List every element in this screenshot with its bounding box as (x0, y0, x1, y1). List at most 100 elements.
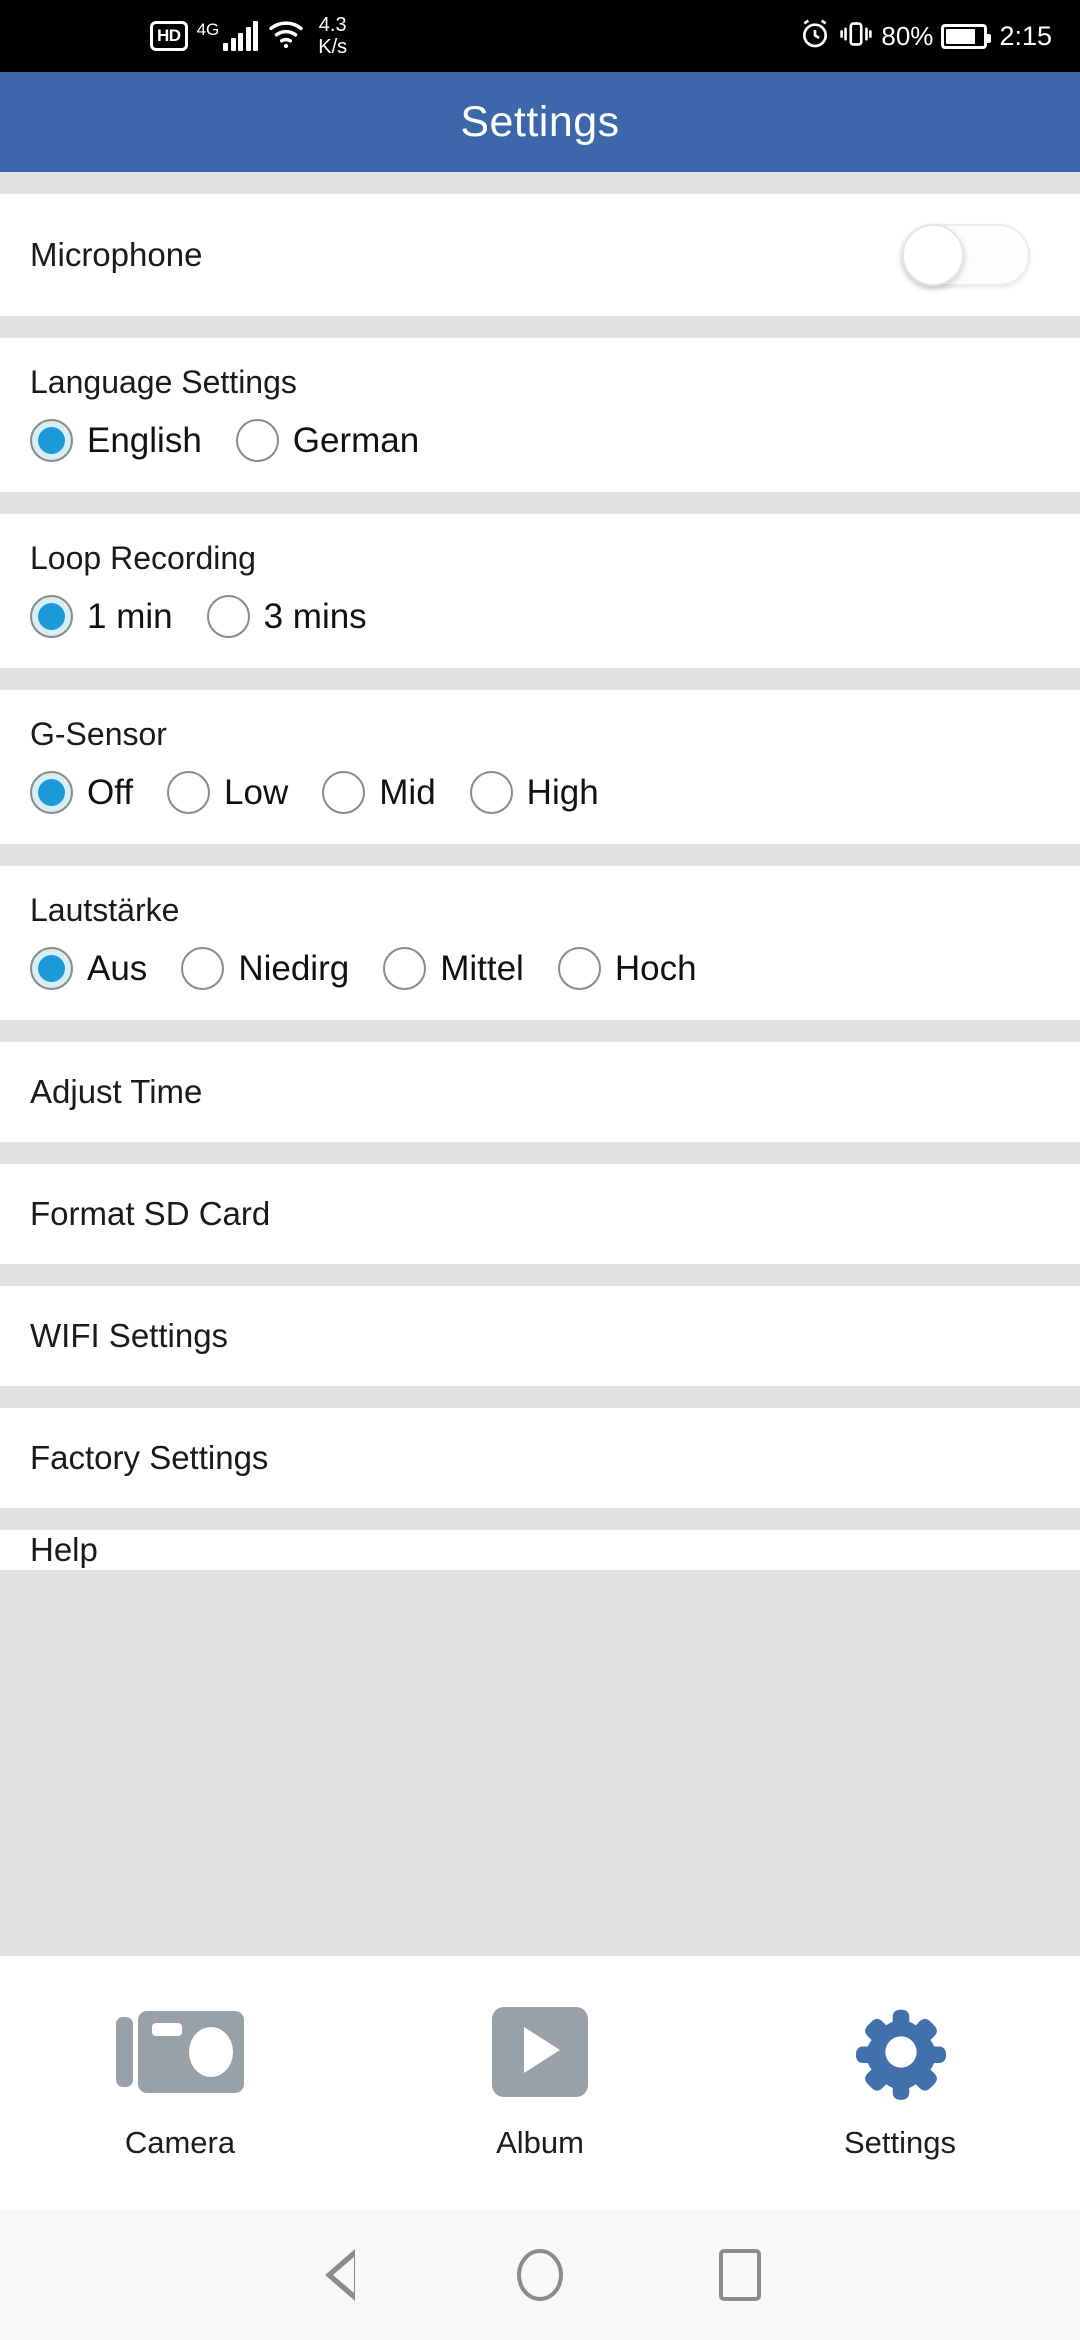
camera-icon (116, 2005, 244, 2099)
radio-option-german[interactable]: German (235, 419, 419, 462)
status-bar-left: HD 4G 4.3 K/s (150, 14, 347, 58)
settings-scroll-area[interactable]: Microphone Language Settings English Ger (0, 172, 1080, 1955)
help-card: Help (0, 1530, 1080, 1570)
wifi-icon (267, 18, 305, 55)
section-language-settings: Language Settings English German (0, 338, 1080, 492)
divider (0, 1386, 1080, 1408)
loop-recording-card: Loop Recording 1 min 3 mins (0, 514, 1080, 668)
signal-icon: 4G (197, 21, 259, 51)
radio-option-hoch[interactable]: Hoch (557, 947, 697, 990)
hd-icon: HD (150, 21, 188, 51)
radio-label: 3 mins (263, 596, 367, 636)
radio-icon[interactable] (322, 771, 366, 814)
radio-label: 1 min (87, 596, 173, 636)
recents-button[interactable] (640, 2249, 840, 2301)
battery-percent: 80% (881, 20, 934, 51)
radio-icon[interactable] (383, 947, 427, 990)
microphone-card: Microphone (0, 194, 1080, 316)
radio-option-3-mins[interactable]: 3 mins (206, 595, 367, 638)
list-item-label: Help (30, 1531, 98, 1568)
page-title: Settings (460, 97, 620, 146)
radio-label: Aus (87, 948, 148, 988)
android-nav-bar (0, 2210, 1080, 2340)
gear-icon (836, 2005, 964, 2100)
back-button[interactable] (240, 2249, 440, 2301)
app-header: Settings (0, 72, 1080, 172)
list-item-help[interactable]: Help (0, 1530, 1080, 1570)
status-bar-clock: 2:15 (999, 20, 1052, 51)
radio-option-niedirg[interactable]: Niedirg (181, 947, 349, 990)
radio-group-g-sensor: Off Low Mid High (30, 771, 1050, 814)
radio-icon[interactable] (30, 419, 73, 462)
home-icon (517, 2249, 563, 2301)
g-sensor-card: G-Sensor Off Low Mid High (0, 690, 1080, 844)
radio-icon[interactable] (235, 419, 279, 462)
home-button[interactable] (440, 2249, 640, 2301)
radio-option-mid[interactable]: Mid (322, 771, 436, 814)
tab-album[interactable]: Album (360, 2005, 720, 2161)
radio-icon[interactable] (167, 771, 211, 814)
section-title: Lautstärke (30, 892, 180, 928)
divider (0, 172, 1080, 194)
alarm-icon (799, 18, 831, 55)
radio-option-low[interactable]: Low (167, 771, 288, 814)
radio-label: Mittel (440, 948, 524, 988)
data-speed-unit: K/s (318, 36, 348, 58)
microphone-toggle[interactable] (902, 224, 1030, 286)
section-title: G-Sensor (30, 716, 167, 752)
radio-option-off[interactable]: Off (30, 771, 133, 814)
radio-label: English (87, 420, 202, 460)
section-g-sensor: G-Sensor Off Low Mid High (0, 690, 1080, 844)
tab-camera[interactable]: Camera (0, 2005, 360, 2161)
radio-icon[interactable] (30, 947, 73, 990)
radio-group-language: English German (30, 419, 1050, 462)
tab-label: Album (496, 2125, 584, 2160)
battery-icon (941, 23, 992, 49)
language-settings-card: Language Settings English German (0, 338, 1080, 492)
list-item-factory-settings[interactable]: Factory Settings (0, 1408, 1080, 1508)
radio-icon[interactable] (30, 771, 73, 814)
list-item-label: Format SD Card (30, 1195, 271, 1232)
list-item-label: WIFI Settings (30, 1317, 229, 1354)
play-icon (476, 2005, 604, 2099)
radio-option-mittel[interactable]: Mittel (383, 947, 524, 990)
section-lautstaerke: Lautstärke Aus Niedirg Mittel Hoch (0, 866, 1080, 1020)
microphone-row[interactable]: Microphone (0, 194, 1080, 316)
radio-icon[interactable] (206, 595, 250, 638)
radio-group-lautstaerke: Aus Niedirg Mittel Hoch (30, 947, 1050, 990)
divider (0, 844, 1080, 866)
list-item-label: Factory Settings (30, 1439, 269, 1476)
radio-label: High (526, 772, 599, 812)
divider (0, 1142, 1080, 1164)
list-item-label: Adjust Time (30, 1073, 203, 1110)
format-sd-card-card: Format SD Card (0, 1164, 1080, 1264)
section-title: Loop Recording (30, 540, 256, 576)
radio-label: Niedirg (238, 948, 350, 988)
radio-icon[interactable] (30, 595, 73, 638)
tab-label: Camera (124, 2125, 236, 2160)
signal-bars (223, 21, 259, 51)
radio-label: Off (87, 772, 134, 812)
tab-settings[interactable]: Settings (720, 2005, 1080, 2161)
network-type-label: 4G (196, 20, 220, 39)
list-item-format-sd-card[interactable]: Format SD Card (0, 1164, 1080, 1264)
radio-label: Hoch (614, 948, 697, 988)
status-bar-right: 80% 2:15 (799, 18, 1052, 55)
radio-label: Mid (379, 772, 436, 812)
adjust-time-card: Adjust Time (0, 1042, 1080, 1142)
radio-icon[interactable] (469, 771, 513, 814)
radio-icon[interactable] (557, 947, 601, 990)
tab-label: Settings (843, 2125, 956, 2160)
list-item-adjust-time[interactable]: Adjust Time (0, 1042, 1080, 1142)
section-loop-recording: Loop Recording 1 min 3 mins (0, 514, 1080, 668)
radio-option-high[interactable]: High (469, 771, 599, 814)
data-speed: 4.3 K/s (318, 14, 347, 58)
bottom-tab-bar: Camera Album Settings (0, 1955, 1080, 2210)
divider (0, 668, 1080, 690)
list-item-wifi-settings[interactable]: WIFI Settings (0, 1286, 1080, 1386)
radio-icon[interactable] (181, 947, 225, 990)
radio-option-1-min[interactable]: 1 min (30, 595, 173, 638)
radio-option-english[interactable]: English (30, 419, 202, 462)
radio-option-aus[interactable]: Aus (30, 947, 147, 990)
status-bar: HD 4G 4.3 K/s 80% 2:15 (0, 0, 1080, 72)
